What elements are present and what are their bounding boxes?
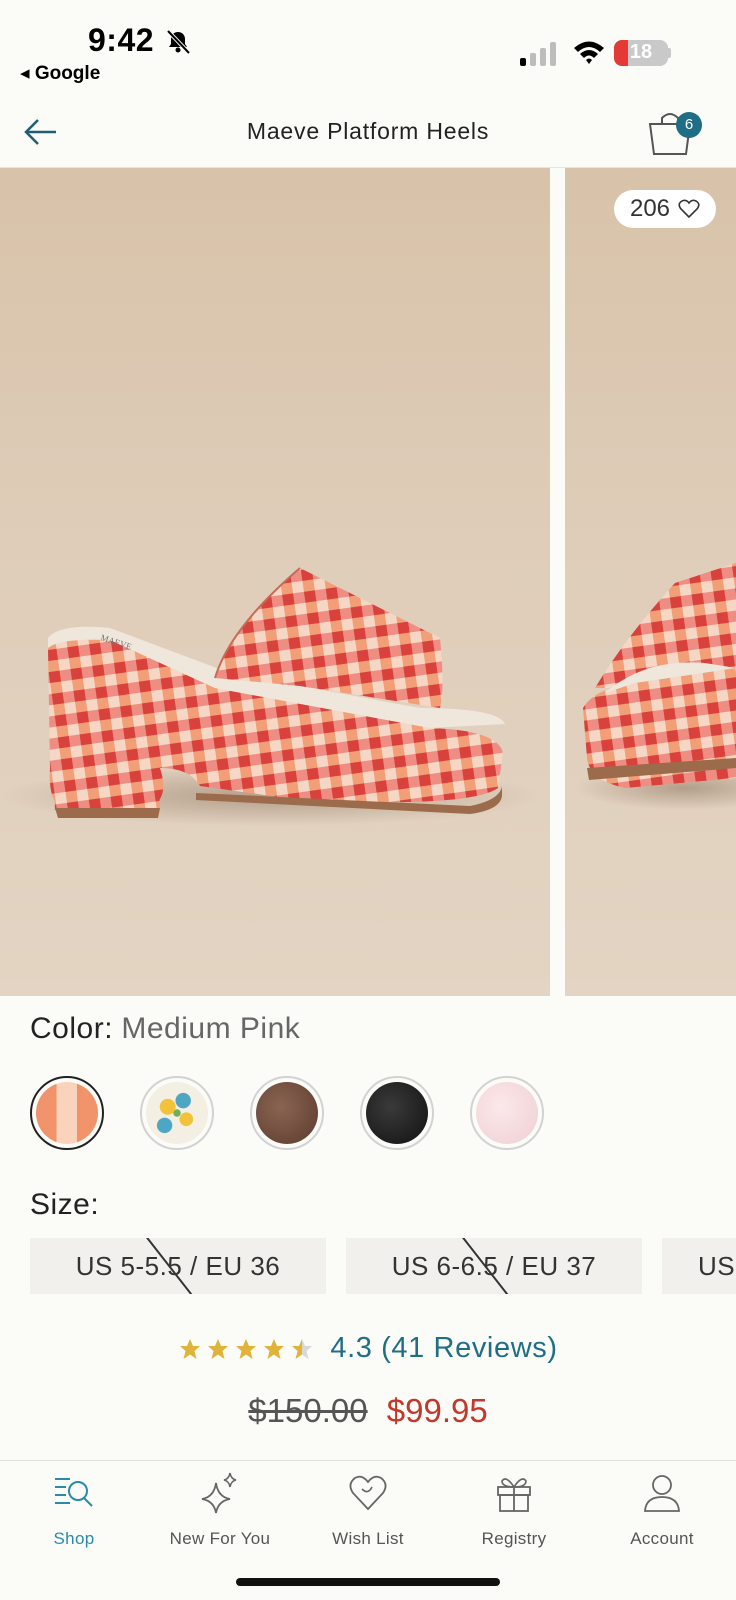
page-title: Maeve Platform Heels: [246, 118, 490, 144]
swatch-brown[interactable]: [250, 1076, 324, 1150]
nav-new-for-you[interactable]: New For You: [150, 1471, 290, 1549]
color-value: Medium Pink: [121, 1012, 301, 1045]
star-rating: [178, 1337, 314, 1361]
shop-search-icon: [55, 1478, 93, 1507]
nav-account[interactable]: Account: [592, 1471, 732, 1549]
nav-label-account: Account: [630, 1529, 694, 1548]
status-time: 9:42: [88, 22, 155, 58]
swatch-medium-pink[interactable]: [30, 1076, 104, 1150]
product-photo-second[interactable]: [565, 168, 736, 996]
star-icon: [264, 1338, 285, 1359]
product-photo-main[interactable]: MAEVE: [0, 168, 550, 996]
wishlist-count-pill[interactable]: 206: [614, 190, 716, 228]
original-price: $150.00: [248, 1392, 368, 1429]
product-image-gallery[interactable]: MAEVE 206: [0, 168, 736, 996]
color-label: Color:: [30, 1012, 114, 1045]
sparkle-icon: [201, 1472, 237, 1514]
heart-outline-icon: [678, 199, 700, 219]
nav-label-shop: Shop: [53, 1529, 95, 1548]
cart-count-badge: 6: [676, 112, 702, 138]
status-bar: 9:42 ◂ Google 18: [0, 0, 736, 96]
star-icon: [180, 1338, 201, 1359]
nav-label-wish-list: Wish List: [332, 1529, 404, 1548]
star-icon: [208, 1338, 229, 1359]
size-option-us6-eu37[interactable]: US 6-6.5 / EU 37: [346, 1238, 642, 1294]
star-half-icon: [292, 1338, 313, 1359]
app-header: Maeve Platform Heels: [0, 96, 736, 168]
gingham-platform-heel-image: MAEVE: [0, 567, 540, 826]
wifi-icon: [574, 41, 604, 64]
back-to-google-link[interactable]: ◂ Google: [20, 62, 100, 85]
cellular-signal-icon: [520, 42, 556, 66]
size-label: Size:: [30, 1188, 100, 1221]
home-indicator[interactable]: [236, 1578, 500, 1586]
nav-label-registry: Registry: [481, 1529, 547, 1548]
battery-icon: 18: [614, 40, 668, 66]
nav-wish-list[interactable]: Wish List: [298, 1471, 438, 1549]
price: $150.00 $99.95: [0, 1392, 736, 1430]
color-section: Color: Medium Pink: [30, 1012, 300, 1046]
size-option-us5-eu36[interactable]: US 5-5.5 / EU 36: [30, 1238, 326, 1294]
heart-icon: [349, 1475, 387, 1511]
star-icon: [236, 1338, 257, 1359]
rating-summary[interactable]: 4.3 (41 Reviews): [0, 1332, 736, 1365]
size-option-next[interactable]: US: [662, 1238, 736, 1294]
swatch-light-pink[interactable]: [470, 1076, 544, 1150]
size-options: US 5-5.5 / EU 36 US 6-6.5 / EU 37 US: [30, 1238, 736, 1294]
gift-icon: [497, 1478, 531, 1512]
nav-shop[interactable]: Shop: [4, 1471, 144, 1549]
wishlist-count: 206: [629, 195, 671, 222]
bell-muted-icon: [166, 29, 191, 55]
nav-registry[interactable]: Registry: [444, 1471, 584, 1549]
color-swatches: [30, 1076, 544, 1150]
sale-price: $99.95: [386, 1392, 488, 1429]
swatch-floral[interactable]: [140, 1076, 214, 1150]
rating-text[interactable]: 4.3 (41 Reviews): [330, 1332, 557, 1365]
nav-label-new-for-you: New For You: [169, 1529, 271, 1548]
battery-level: 18: [629, 41, 653, 63]
person-icon: [644, 1475, 680, 1512]
swatch-black[interactable]: [360, 1076, 434, 1150]
